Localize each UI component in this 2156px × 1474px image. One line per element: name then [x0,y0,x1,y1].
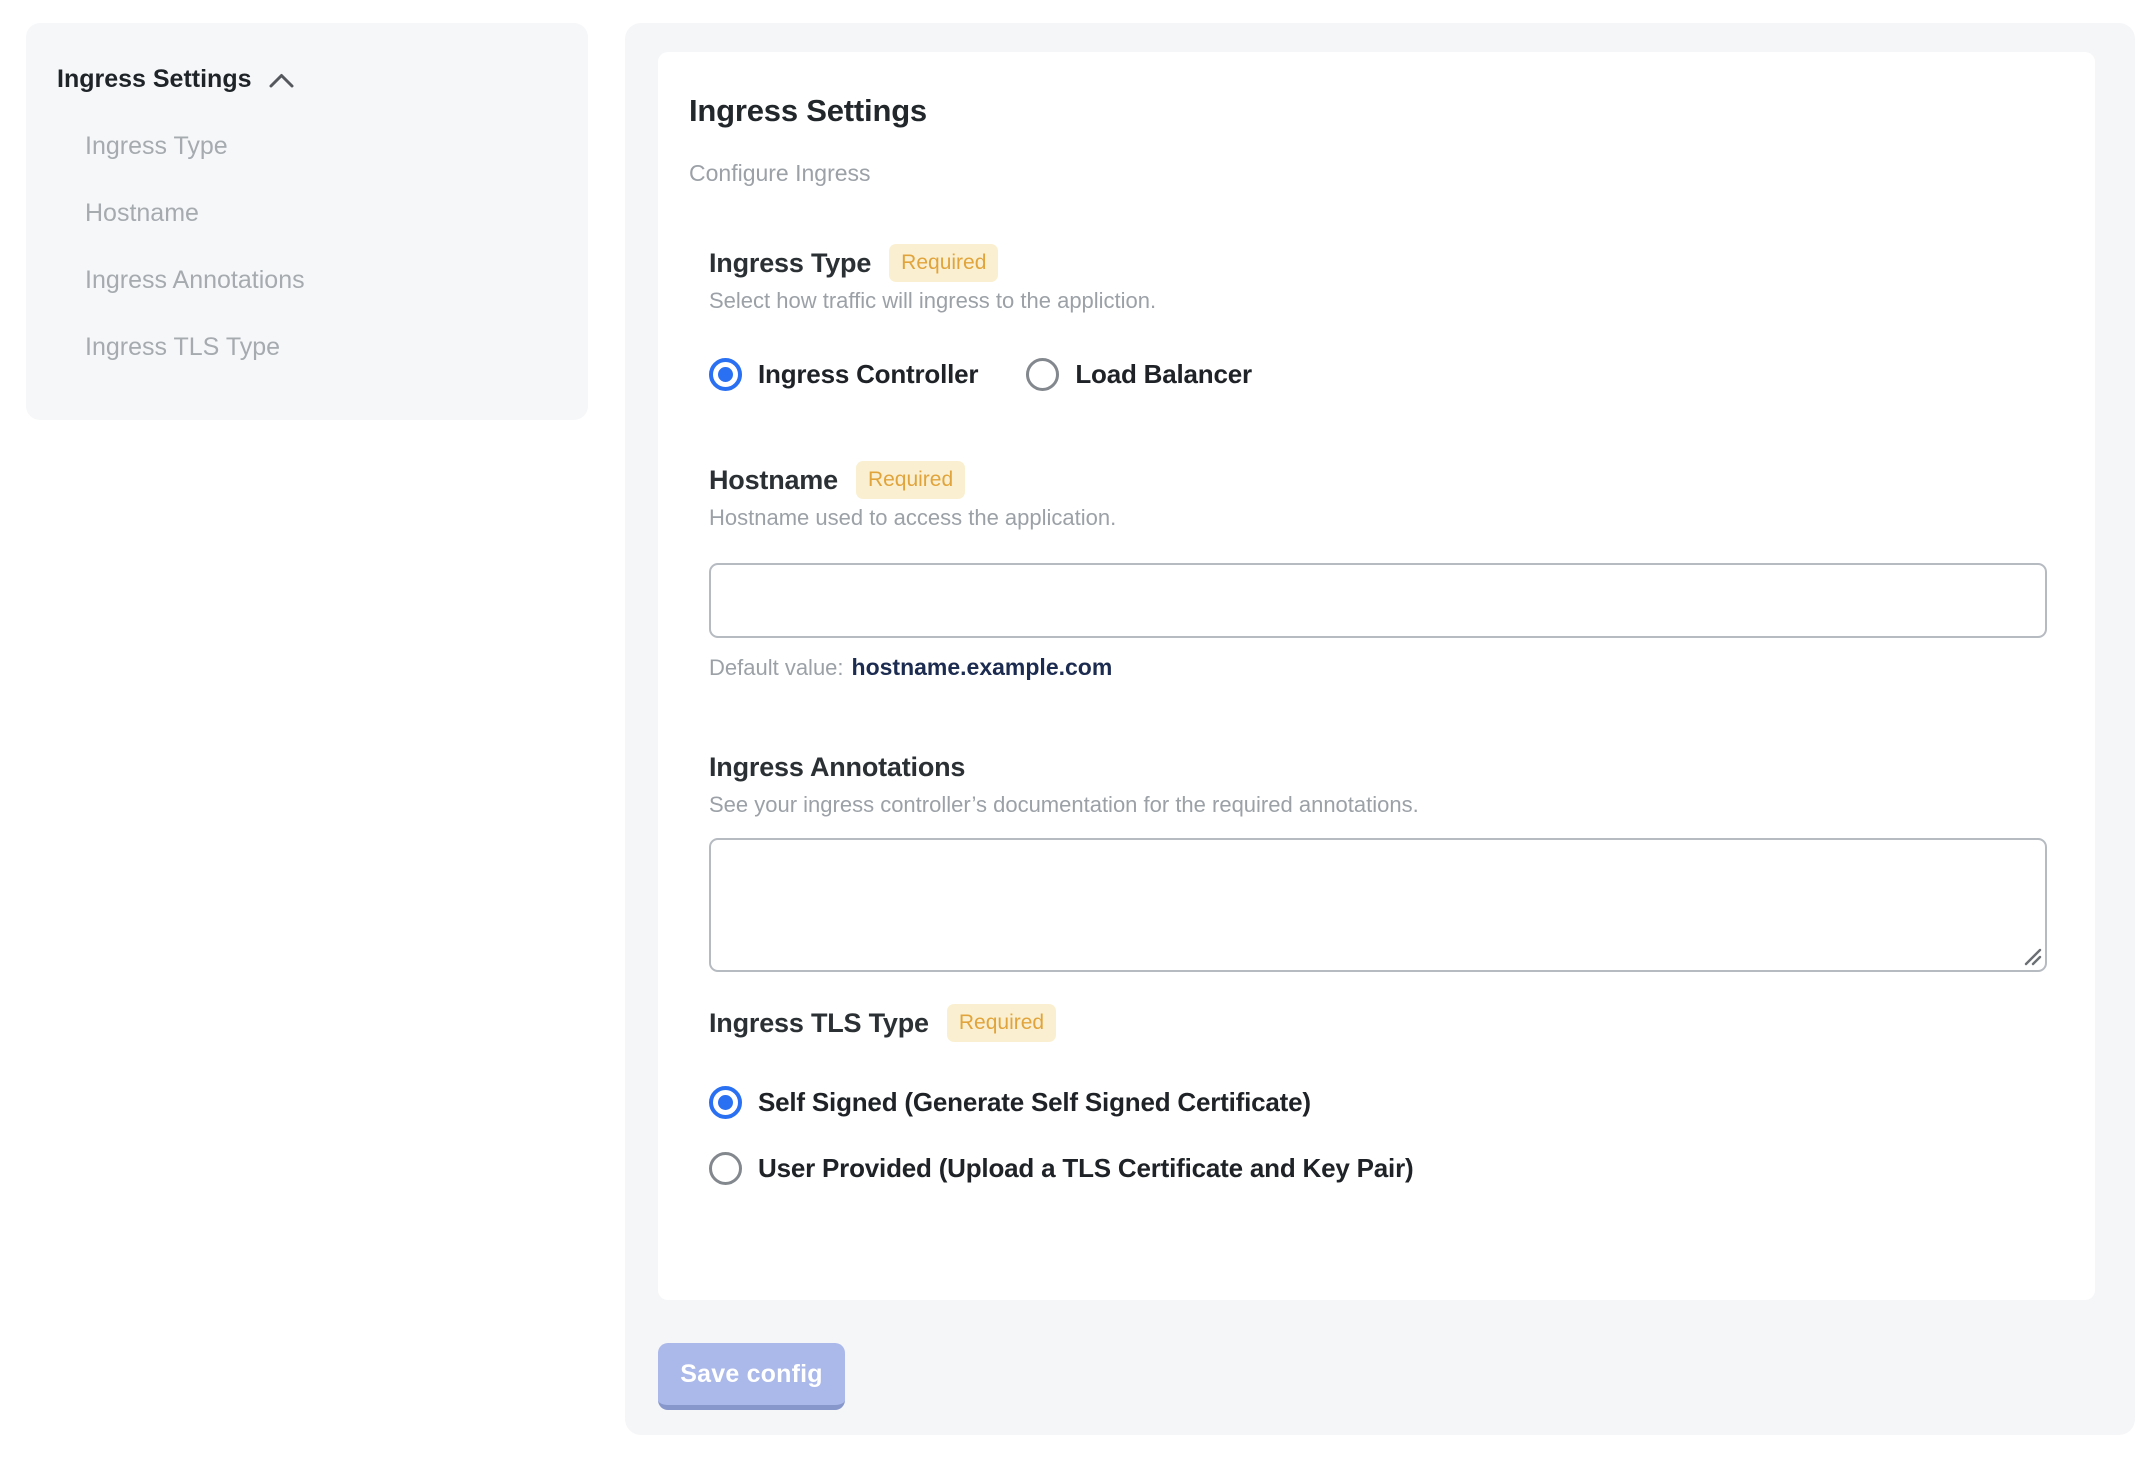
field-label-hostname: Hostname [709,464,838,495]
field-description-ingress-annotations: See your ingress controller’s documentat… [709,792,1419,817]
ingress-settings-page: Ingress Settings Ingress Type Hostname I… [0,0,2156,1474]
radio-icon [709,1152,742,1185]
radio-option-user-provided[interactable]: User Provided (Upload a TLS Certificate … [709,1152,1414,1185]
hostname-default-row: Default value: hostname.example.com [709,654,2045,681]
required-badge: Required [855,461,966,499]
ingress-annotations-field [709,838,2047,972]
field-header-row: Hostname Required [709,460,2045,500]
radio-icon [709,1086,742,1119]
default-value-text: hostname.example.com [851,654,1113,680]
radio-option-ingress-controller[interactable]: Ingress Controller [709,358,979,391]
sidebar-group-ingress-settings[interactable]: Ingress Settings [57,63,295,95]
radio-icon [1026,358,1060,391]
settings-nav-sidebar: Ingress Settings Ingress Type Hostname I… [26,23,588,420]
chevron-up-icon [269,74,293,88]
field-header-row: Ingress Annotations [709,747,2045,787]
radio-icon [709,358,742,391]
ingress-settings-card: Ingress Settings Configure Ingress Ingre… [658,52,2095,1300]
field-description-ingress-type: Select how traffic will ingress to the a… [709,288,1157,313]
ingress-tls-type-radio-group: Self Signed (Generate Self Signed Certif… [709,1086,2045,1185]
settings-panel: Ingress Settings Configure Ingress Ingre… [625,23,2135,1435]
resize-handle-icon[interactable] [2024,948,2042,966]
sidebar-group-label: Ingress Settings [57,65,252,93]
field-header-row: Ingress Type Required [709,243,2045,283]
sidebar-item-ingress-type[interactable]: Ingress Type [85,113,564,180]
sidebar-item-hostname[interactable]: Hostname [85,180,564,247]
field-label-ingress-type: Ingress Type [709,247,872,278]
radio-label: Ingress Controller [758,359,979,389]
page-subtitle: Configure Ingress [689,160,871,186]
field-header-row: Ingress TLS Type Required [709,1003,2045,1043]
section-ingress-tls-type: Ingress TLS Type Required Self Signed (G… [709,1003,2045,1185]
save-config-button[interactable]: Save config [658,1343,845,1410]
radio-label: Self Signed (Generate Self Signed Certif… [758,1087,1311,1117]
field-description-hostname: Hostname used to access the application. [709,505,1117,530]
default-value-prefix: Default value: [709,655,844,680]
sidebar-item-list: Ingress Type Hostname Ingress Annotation… [85,113,564,381]
radio-label: Load Balancer [1075,359,1252,389]
field-label-ingress-annotations: Ingress Annotations [709,751,966,782]
hostname-input[interactable] [709,563,2047,638]
sidebar-item-ingress-tls-type[interactable]: Ingress TLS Type [85,314,564,381]
sidebar-item-ingress-annotations[interactable]: Ingress Annotations [85,247,564,314]
section-ingress-type: Ingress Type Required Select how traffic… [709,243,2045,391]
section-ingress-annotations: Ingress Annotations See your ingress con… [709,747,2047,972]
field-label-ingress-tls-type: Ingress TLS Type [709,1007,929,1038]
required-badge: Required [889,244,999,282]
page-title: Ingress Settings [689,93,927,128]
radio-label: User Provided (Upload a TLS Certificate … [758,1153,1414,1183]
required-badge: Required [946,1004,1057,1042]
ingress-annotations-textarea[interactable] [709,838,2047,972]
radio-option-self-signed[interactable]: Self Signed (Generate Self Signed Certif… [709,1086,1311,1119]
ingress-type-radio-group: Ingress Controller Load Balancer [709,358,2045,391]
radio-option-load-balancer[interactable]: Load Balancer [1026,358,1252,391]
section-hostname: Hostname Required Hostname used to acces… [709,460,2047,681]
